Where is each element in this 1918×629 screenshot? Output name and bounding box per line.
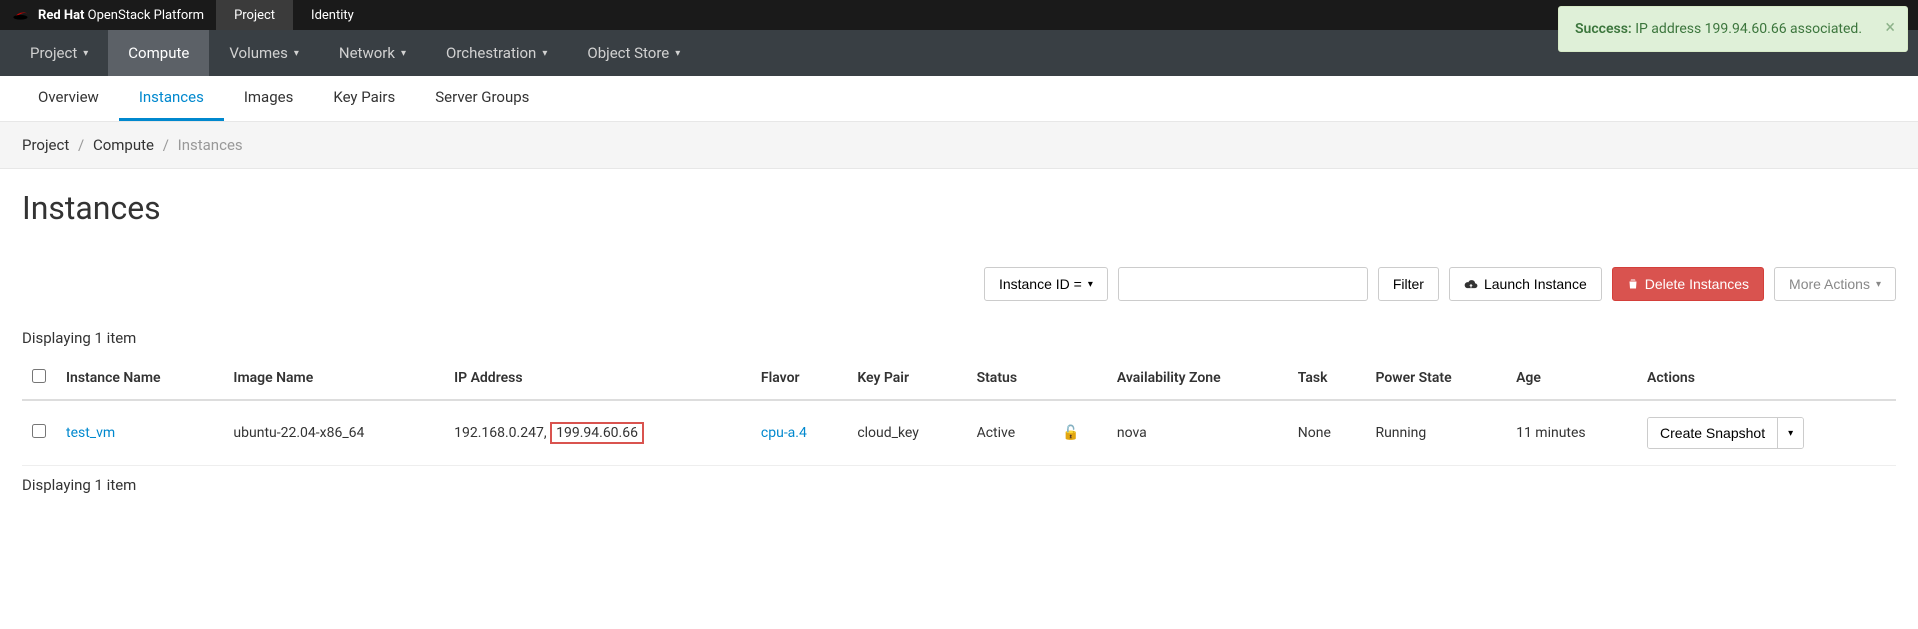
col-flavor: Flavor xyxy=(751,357,847,400)
filter-button[interactable]: Filter xyxy=(1378,267,1439,301)
col-task: Task xyxy=(1288,357,1366,400)
nav-object-store[interactable]: Object Store ▾ xyxy=(567,30,700,76)
chevron-down-icon: ▾ xyxy=(1088,279,1093,290)
nav-compute-label: Compute xyxy=(128,44,189,62)
nav-network-label: Network xyxy=(339,44,395,62)
cell-power-state: Running xyxy=(1365,400,1506,466)
subnav-images[interactable]: Images xyxy=(224,76,314,121)
filter-field-label: Instance ID = xyxy=(999,276,1082,292)
top-bar: Red Hat OpenStack Platform Project Ident… xyxy=(0,0,1918,30)
instance-name-link[interactable]: test_vm xyxy=(66,425,115,441)
nav-orchestration[interactable]: Orchestration ▾ xyxy=(426,30,567,76)
redhat-icon xyxy=(12,8,32,22)
chevron-down-icon: ▾ xyxy=(542,48,547,59)
subnav-instances[interactable]: Instances xyxy=(119,76,224,121)
cell-availability-zone: nova xyxy=(1107,400,1288,466)
breadcrumb-separator: / xyxy=(163,136,169,154)
create-snapshot-button[interactable]: Create Snapshot xyxy=(1648,418,1777,448)
cloud-upload-icon xyxy=(1464,277,1478,291)
col-ip-address: IP Address xyxy=(444,357,751,400)
brand-strong: Red Hat xyxy=(38,8,84,23)
more-actions-button[interactable]: More Actions ▾ xyxy=(1774,267,1896,301)
chevron-down-icon: ▾ xyxy=(675,48,680,59)
col-power-state: Power State xyxy=(1365,357,1506,400)
breadcrumb-bar: Project / Compute / Instances xyxy=(0,122,1918,169)
toolbar: Instance ID = ▾ Filter Launch Instance De… xyxy=(22,267,1896,301)
ip-private: 192.168.0.247, xyxy=(454,425,547,441)
content: Instances Instance ID = ▾ Filter Launch I… xyxy=(0,169,1918,524)
ip-floating-highlight: 199.94.60.66 xyxy=(550,422,644,444)
filter-input[interactable] xyxy=(1118,267,1368,301)
launch-instance-label: Launch Instance xyxy=(1484,276,1587,292)
sub-nav: Overview Instances Images Key Pairs Serv… xyxy=(0,76,1918,122)
nav-network[interactable]: Network ▾ xyxy=(319,30,426,76)
breadcrumb-compute[interactable]: Compute xyxy=(93,136,154,154)
nav-compute[interactable]: Compute xyxy=(108,30,209,76)
instances-table: Instance Name Image Name IP Address Flav… xyxy=(22,357,1896,466)
breadcrumb-instances: Instances xyxy=(178,136,243,154)
cell-age: 11 minutes xyxy=(1506,400,1637,466)
cell-image-name: ubuntu-22.04-x86_64 xyxy=(223,400,444,466)
subnav-overview[interactable]: Overview xyxy=(18,76,119,121)
table-row: test_vm ubuntu-22.04-x86_64 192.168.0.24… xyxy=(22,400,1896,466)
brand-logo: Red Hat OpenStack Platform xyxy=(0,8,216,23)
unlock-icon: 🔓 xyxy=(1062,425,1079,441)
breadcrumb-separator: / xyxy=(78,136,84,154)
nav-volumes[interactable]: Volumes ▾ xyxy=(209,30,319,76)
chevron-down-icon: ▾ xyxy=(401,48,406,59)
breadcrumb-project[interactable]: Project xyxy=(22,136,69,154)
displaying-bottom: Displaying 1 item xyxy=(22,466,1896,504)
toast-message: IP address 199.94.60.66 associated. xyxy=(1632,21,1862,37)
top-tab-project[interactable]: Project xyxy=(216,0,293,30)
subnav-key-pairs[interactable]: Key Pairs xyxy=(313,76,415,121)
cell-status: Active xyxy=(967,400,1053,466)
filter-field-dropdown[interactable]: Instance ID = ▾ xyxy=(984,267,1108,301)
nav-volumes-label: Volumes xyxy=(229,44,288,62)
col-age: Age xyxy=(1506,357,1637,400)
col-image-name: Image Name xyxy=(223,357,444,400)
chevron-down-icon: ▾ xyxy=(1788,428,1793,439)
row-checkbox[interactable] xyxy=(32,424,46,438)
col-status: Status xyxy=(967,357,1107,400)
chevron-down-icon: ▾ xyxy=(83,48,88,59)
nav-orchestration-label: Orchestration xyxy=(446,44,536,62)
success-toast: Success: IP address 199.94.60.66 associa… xyxy=(1558,6,1908,52)
col-availability-zone: Availability Zone xyxy=(1107,357,1288,400)
trash-icon xyxy=(1627,277,1639,291)
select-all-checkbox[interactable] xyxy=(32,369,46,383)
delete-instances-label: Delete Instances xyxy=(1645,276,1749,292)
nav-object-store-label: Object Store xyxy=(587,44,669,62)
table-header-row: Instance Name Image Name IP Address Flav… xyxy=(22,357,1896,400)
nav-project-label: Project xyxy=(30,44,77,62)
toast-title: Success: xyxy=(1575,21,1632,37)
nav-project[interactable]: Project ▾ xyxy=(10,30,108,76)
brand-rest: OpenStack Platform xyxy=(88,8,204,23)
subnav-server-groups[interactable]: Server Groups xyxy=(415,76,549,121)
col-instance-name: Instance Name xyxy=(56,357,223,400)
displaying-top: Displaying 1 item xyxy=(22,319,1896,357)
page-title: Instances xyxy=(22,189,1896,227)
delete-instances-button[interactable]: Delete Instances xyxy=(1612,267,1764,301)
cell-ip-address: 192.168.0.247, 199.94.60.66 xyxy=(444,400,751,466)
flavor-link[interactable]: cpu-a.4 xyxy=(761,425,807,441)
cell-key-pair: cloud_key xyxy=(847,400,966,466)
row-action-group: Create Snapshot ▾ xyxy=(1647,417,1804,449)
chevron-down-icon: ▾ xyxy=(294,48,299,59)
close-icon[interactable]: × xyxy=(1885,17,1895,38)
top-tab-identity[interactable]: Identity xyxy=(293,0,372,30)
top-tabs: Project Identity xyxy=(216,0,372,30)
cell-task: None xyxy=(1288,400,1366,466)
col-key-pair: Key Pair xyxy=(847,357,966,400)
chevron-down-icon: ▾ xyxy=(1876,279,1881,290)
col-actions: Actions xyxy=(1637,357,1896,400)
more-actions-label: More Actions xyxy=(1789,276,1870,292)
breadcrumb: Project / Compute / Instances xyxy=(22,136,1896,154)
launch-instance-button[interactable]: Launch Instance xyxy=(1449,267,1602,301)
row-action-dropdown[interactable]: ▾ xyxy=(1777,418,1803,448)
